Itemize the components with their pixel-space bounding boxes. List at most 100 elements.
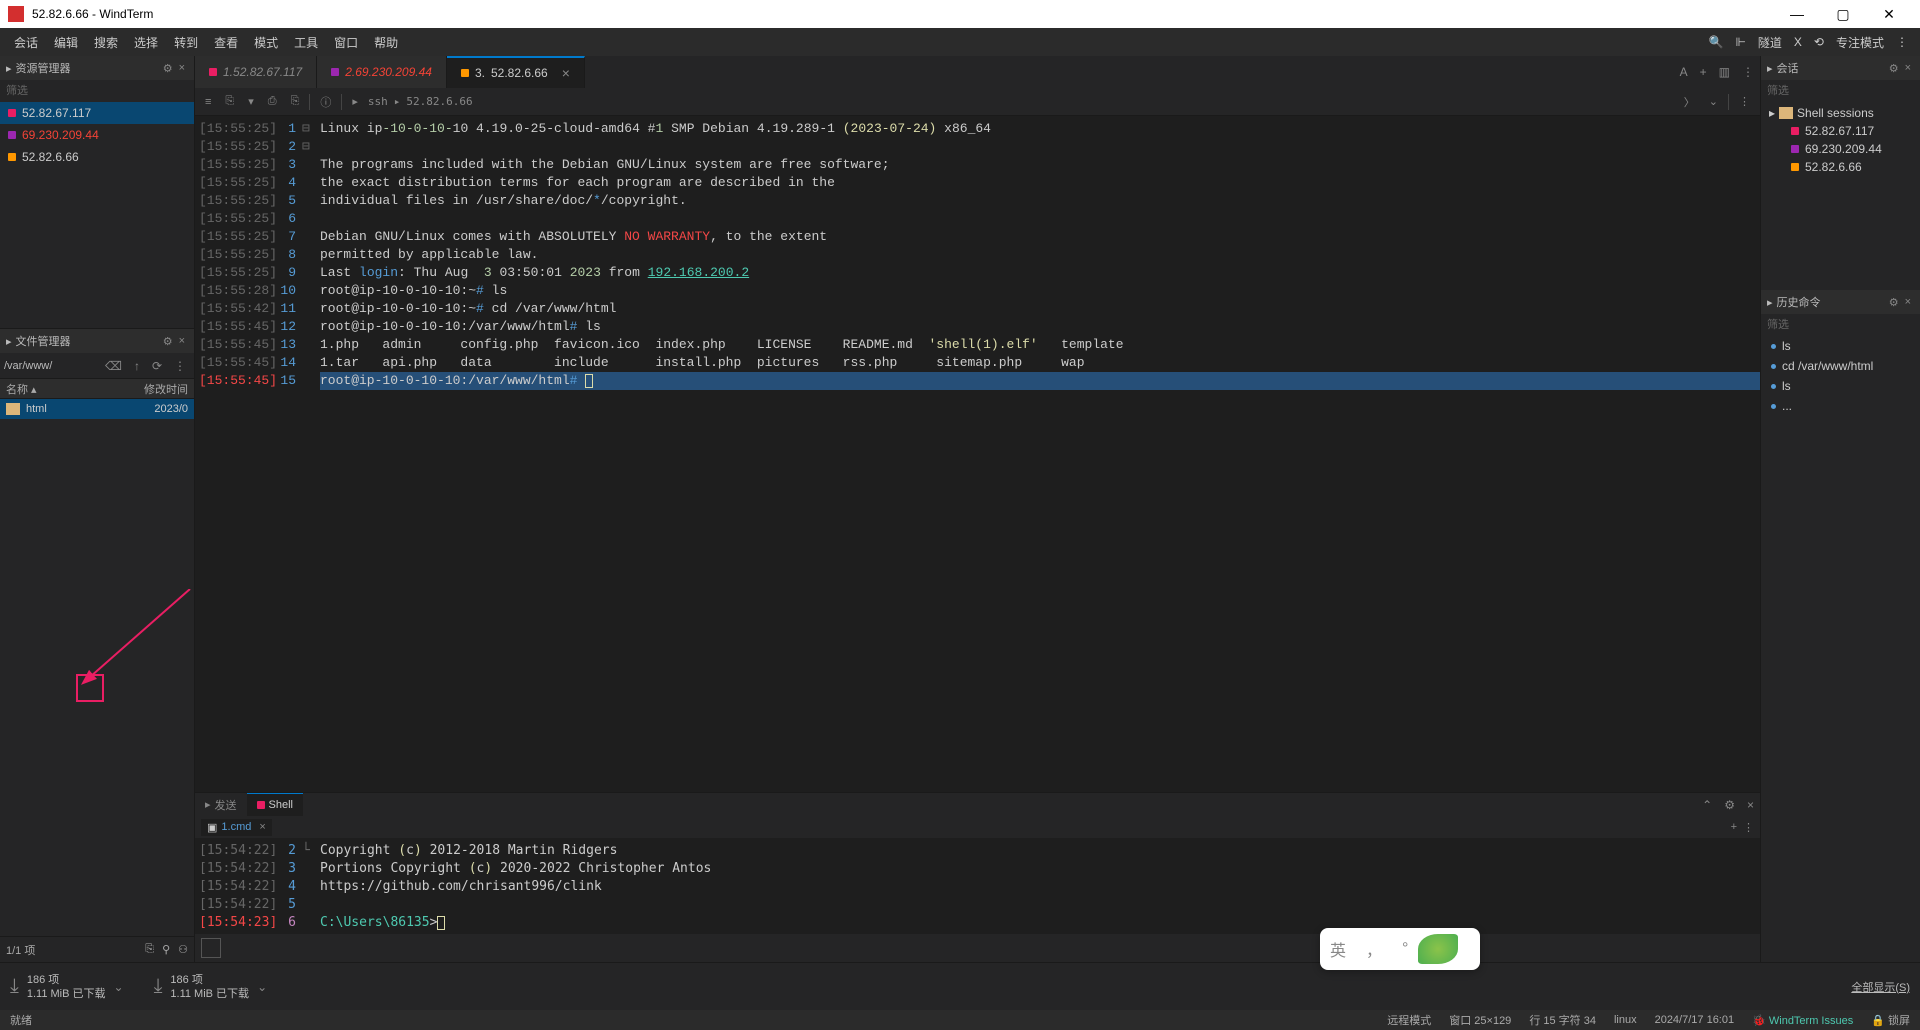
tb-play-icon[interactable]: ▸ [348, 95, 362, 108]
show-all-button[interactable]: 全部显示(S) [1851, 979, 1910, 995]
explorer-item[interactable]: 52.82.67.117 [0, 102, 194, 124]
session-item[interactable]: 52.82.67.117 [1769, 122, 1912, 140]
status-os[interactable]: linux [1614, 1014, 1637, 1026]
menu-search[interactable]: 搜索 [86, 34, 126, 51]
history-item[interactable]: cd /var/www/html [1761, 356, 1920, 376]
shell-more-icon[interactable]: ⋮ [1743, 821, 1754, 834]
filemgr-path[interactable]: /var/www/ [4, 360, 97, 372]
history-item[interactable]: ... [1761, 396, 1920, 416]
path-more-icon[interactable]: ⋮ [170, 359, 190, 373]
filemgr-close-icon[interactable]: × [176, 335, 188, 347]
shell-foot-icon[interactable] [201, 938, 221, 958]
menu-view[interactable]: 查看 [206, 34, 246, 51]
history-close-icon[interactable]: × [1902, 296, 1914, 308]
sessions-close-icon[interactable]: × [1902, 62, 1914, 74]
tunnel-icon[interactable]: ⊩ [1729, 35, 1751, 49]
shell-file-close-icon[interactable]: × [259, 821, 265, 833]
filemgr-row[interactable]: html 2023/0 [0, 399, 194, 419]
explorer-item[interactable]: 52.82.6.66 [0, 146, 194, 168]
menu-select[interactable]: 选择 [126, 34, 166, 51]
maximize-button[interactable]: ▢ [1820, 0, 1866, 28]
history-settings-icon[interactable]: ⚙ [1886, 296, 1902, 309]
tb-down-icon[interactable]: ⌄ [1705, 95, 1722, 108]
breadcrumb-ssh[interactable]: ssh [368, 95, 388, 108]
focus-icon[interactable]: ⟲ [1808, 35, 1830, 49]
history-filter[interactable]: 筛选 [1761, 314, 1920, 336]
tb-right-icon[interactable]: 〉 [1680, 94, 1699, 110]
tab-font-icon[interactable]: A [1674, 65, 1694, 79]
filemgr-pin-icon[interactable]: ⚲ [162, 943, 170, 956]
tb-info-icon[interactable]: ⓘ [316, 94, 335, 110]
explorer-item[interactable]: 69.230.209.44 [0, 124, 194, 146]
chevron-down-icon[interactable]: ⌄ [257, 980, 267, 994]
ime-indicator[interactable]: 英 ， ° [1320, 928, 1480, 970]
tb-menu-icon[interactable]: ⋮ [1735, 95, 1754, 108]
tunnel-label[interactable]: 隧道 [1752, 34, 1788, 51]
bottom-up-icon[interactable]: ⌃ [1696, 798, 1718, 812]
menu-goto[interactable]: 转到 [166, 34, 206, 51]
session-item[interactable]: 52.82.6.66 [1769, 158, 1912, 176]
x-icon[interactable]: X [1788, 35, 1808, 49]
status-cursor-pos[interactable]: 行 15 字符 34 [1529, 1012, 1596, 1028]
filemgr-settings-icon[interactable]: ⚙ [160, 335, 176, 348]
shell-file-tab[interactable]: ▣1.cmd× [201, 819, 272, 836]
menu-edit[interactable]: 编辑 [46, 34, 86, 51]
sessions-filter[interactable]: 筛选 [1761, 80, 1920, 102]
sessions-settings-icon[interactable]: ⚙ [1886, 62, 1902, 75]
download-item[interactable]: ⤓ 186 项1.11 MiB 已下载 ⌄ [10, 973, 124, 1001]
history-item[interactable]: ls [1761, 376, 1920, 396]
filemgr-view1-icon[interactable]: ⎘ [145, 943, 154, 956]
tab-split-icon[interactable]: ▥ [1713, 65, 1736, 79]
menu-tool[interactable]: 工具 [286, 34, 326, 51]
explorer-close-icon[interactable]: × [176, 62, 188, 74]
chevron-down-icon[interactable]: ⌄ [114, 980, 124, 994]
sessions-group-header[interactable]: ▸Shell sessions [1769, 106, 1912, 120]
history-item[interactable]: ls [1761, 336, 1920, 356]
tb-copy2-icon[interactable]: ⎙ [264, 95, 281, 108]
bottom-settings-icon[interactable]: ⚙ [1718, 798, 1741, 812]
tab-3[interactable]: 3.52.82.6.66× [447, 56, 585, 88]
breadcrumb-host[interactable]: 52.82.6.66 [406, 95, 472, 108]
shell-add-icon[interactable]: + [1731, 821, 1737, 833]
path-up-icon[interactable]: ↑ [130, 359, 144, 373]
col-mtime[interactable]: 修改时间 [144, 381, 194, 397]
terminal[interactable]: [15:55:25][15:55:25][15:55:25][15:55:25]… [195, 116, 1760, 792]
minimize-button[interactable]: — [1774, 0, 1820, 28]
status-issues-link[interactable]: 🐞 WindTerm Issues [1752, 1014, 1853, 1027]
focus-mode-label[interactable]: 专注模式 [1830, 34, 1890, 51]
tb-dropdown-icon[interactable]: ▾ [244, 95, 258, 108]
menu-session[interactable]: 会话 [6, 34, 46, 51]
bottom-close-icon[interactable]: × [1741, 798, 1760, 812]
explorer-filter[interactable]: 筛选 [0, 80, 194, 102]
tb-list-icon[interactable]: ≡ [201, 96, 215, 108]
close-button[interactable]: ✕ [1866, 0, 1912, 28]
menu-help[interactable]: 帮助 [366, 34, 406, 51]
status-lock[interactable]: 🔒 锁屏 [1871, 1012, 1910, 1028]
tab-close-icon[interactable]: × [562, 65, 570, 81]
shell-terminal[interactable]: [15:54:22][15:54:22][15:54:22][15:54:22]… [195, 838, 1760, 934]
search-icon[interactable]: 🔍 [1702, 35, 1729, 49]
tab-1[interactable]: 1.52.82.67.117 [195, 56, 317, 88]
download-item[interactable]: ⤓ 186 项1.11 MiB 已下载 ⌄ [154, 973, 268, 1001]
status-winsize[interactable]: 窗口 25×129 [1449, 1012, 1511, 1028]
path-clear-icon[interactable]: ⌫ [101, 359, 126, 373]
session-item[interactable]: 69.230.209.44 [1769, 140, 1912, 158]
col-name[interactable]: 名称 ▴ [0, 381, 144, 397]
menu-mode[interactable]: 模式 [246, 34, 286, 51]
tab-shell[interactable]: Shell [247, 793, 303, 817]
path-refresh-icon[interactable]: ⟳ [148, 359, 166, 373]
status-remote[interactable]: 远程模式 [1387, 1012, 1431, 1028]
shell-body[interactable]: Copyright (c) 2012-2018 Martin RidgersPo… [316, 838, 1760, 934]
explorer-settings-icon[interactable]: ⚙ [160, 62, 176, 75]
tab-send[interactable]: ▸发送 [195, 793, 247, 817]
tb-copy1-icon[interactable]: ⎘ [221, 95, 238, 108]
filemgr-user-icon[interactable]: ⚇ [178, 943, 188, 956]
ime-lang: 英 [1320, 937, 1356, 961]
menu-window[interactable]: 窗口 [326, 34, 366, 51]
menu-more-icon[interactable]: ⋮ [1890, 35, 1914, 49]
tb-copy3-icon[interactable]: ⎘ [287, 95, 304, 108]
tab-more-icon[interactable]: ⋮ [1736, 65, 1760, 79]
tab-add-icon[interactable]: + [1694, 65, 1713, 79]
terminal-body[interactable]: Linux ip-10-0-10-10 4.19.0-25-cloud-amd6… [316, 116, 1760, 792]
tab-2[interactable]: 2.69.230.209.44 [317, 56, 447, 88]
